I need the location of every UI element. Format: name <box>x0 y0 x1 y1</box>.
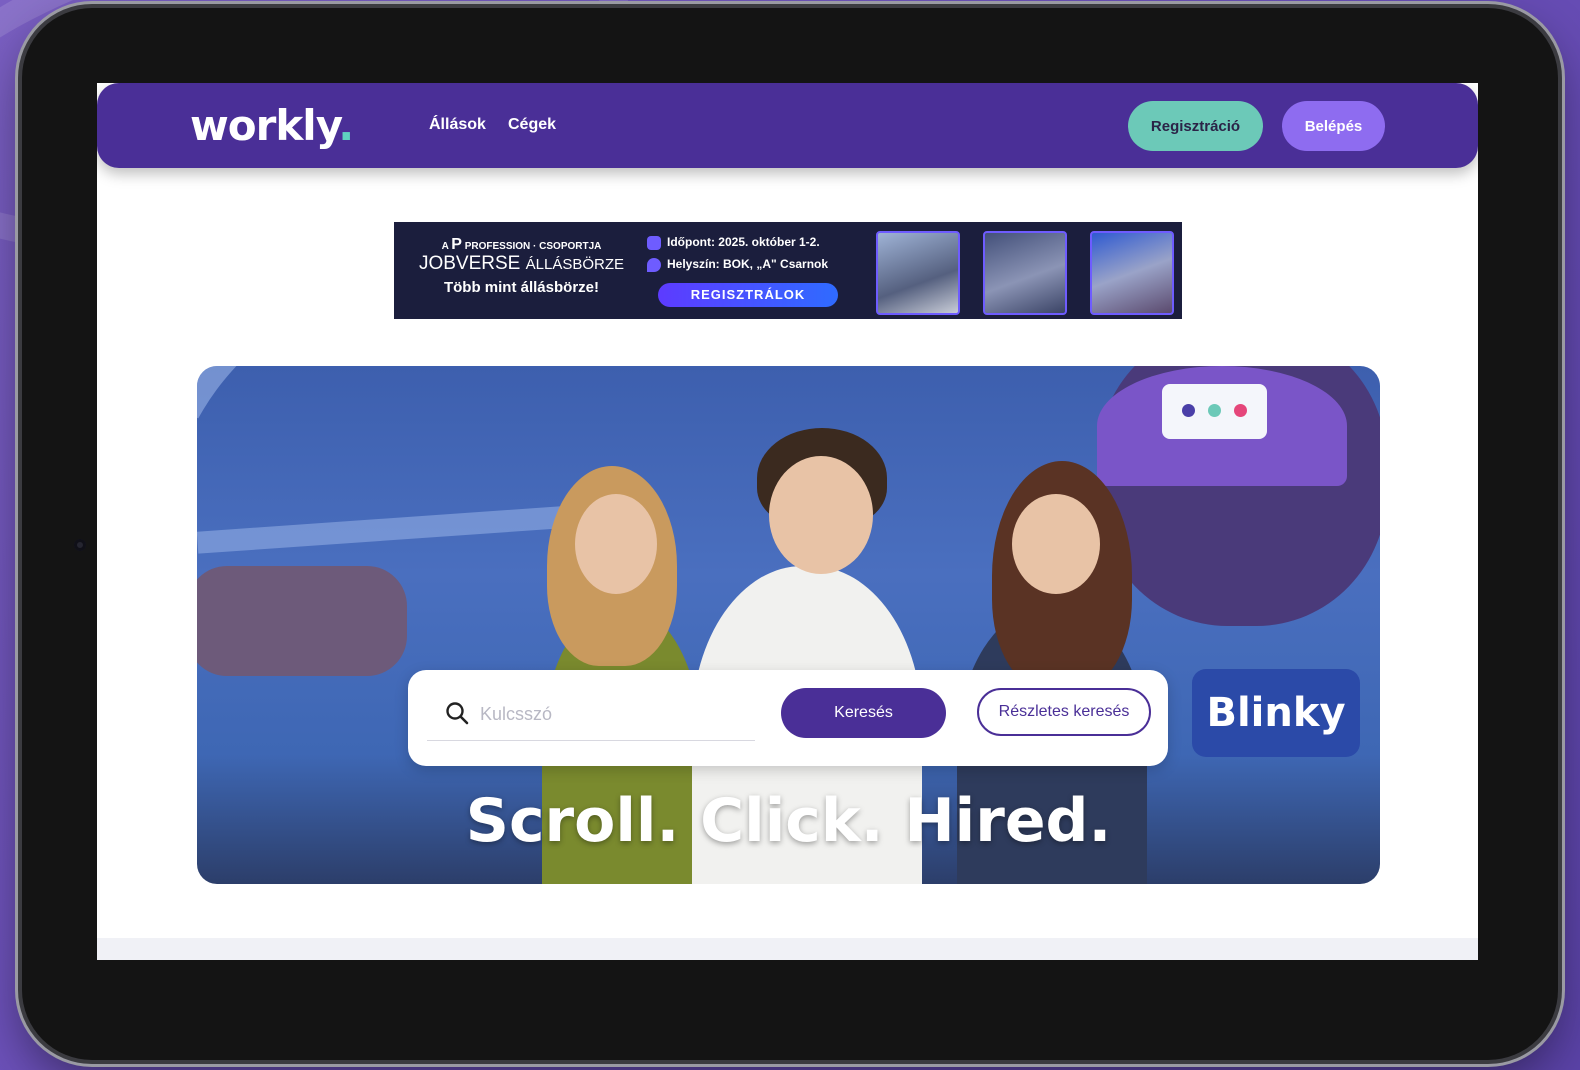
banner-photo-2 <box>983 231 1067 315</box>
banner-photo-1 <box>876 231 960 315</box>
person-left-face <box>575 494 657 594</box>
advanced-search-button[interactable]: Részletes keresés <box>977 688 1151 736</box>
login-button[interactable]: Belépés <box>1282 101 1385 151</box>
banner-location: Helyszín: BOK, „A" Csarnok <box>647 257 828 272</box>
hero-tagline: Scroll. Click. Hired. <box>465 786 1112 856</box>
screen: workly. Állások Cégek Regisztráció Belép… <box>97 83 1478 960</box>
search-bar: Keresés Részletes keresés <box>408 670 1168 766</box>
ad-banner[interactable]: A P PROFESSION · CSOPORTJA JOBVERSE ÁLLÁ… <box>394 222 1182 319</box>
camera-dot <box>74 539 86 551</box>
banner-title: JOBVERSE ÁLLÁSBÖRZE <box>418 253 625 274</box>
navbar: workly. Állások Cégek Regisztráció Belép… <box>97 83 1478 168</box>
banner-register-button[interactable]: REGISZTRÁLOK <box>658 283 838 307</box>
mascot-paw <box>197 566 407 676</box>
mascot-phone <box>1162 384 1267 439</box>
register-button[interactable]: Regisztráció <box>1128 101 1263 151</box>
location-pin-icon <box>647 257 661 272</box>
blinky-mascot-sign: Blinky <box>1192 669 1360 757</box>
search-icon <box>446 702 469 725</box>
calendar-icon <box>647 235 661 250</box>
banner-photo-3 <box>1090 231 1174 315</box>
logo-dot: . <box>338 101 354 150</box>
search-button[interactable]: Keresés <box>781 688 946 738</box>
hero-image: Blinky Scroll. Click. Hired. <box>197 366 1380 884</box>
banner-subtitle: Több mint állásbörze! <box>443 279 599 296</box>
logo-text: workly <box>190 101 339 150</box>
nav-link-cegek[interactable]: Cégek <box>508 116 556 134</box>
nav-link-allasok[interactable]: Állások <box>429 116 486 134</box>
search-input-underline <box>427 740 755 741</box>
search-input[interactable] <box>478 697 752 731</box>
person-center-face <box>769 456 873 574</box>
section-divider <box>97 938 1478 960</box>
banner-brand: A P PROFESSION · CSOPORTJA <box>441 236 602 253</box>
logo[interactable]: workly. <box>190 101 354 150</box>
person-right-face <box>1012 494 1100 594</box>
banner-date: Időpont: 2025. október 1-2. <box>647 235 820 250</box>
